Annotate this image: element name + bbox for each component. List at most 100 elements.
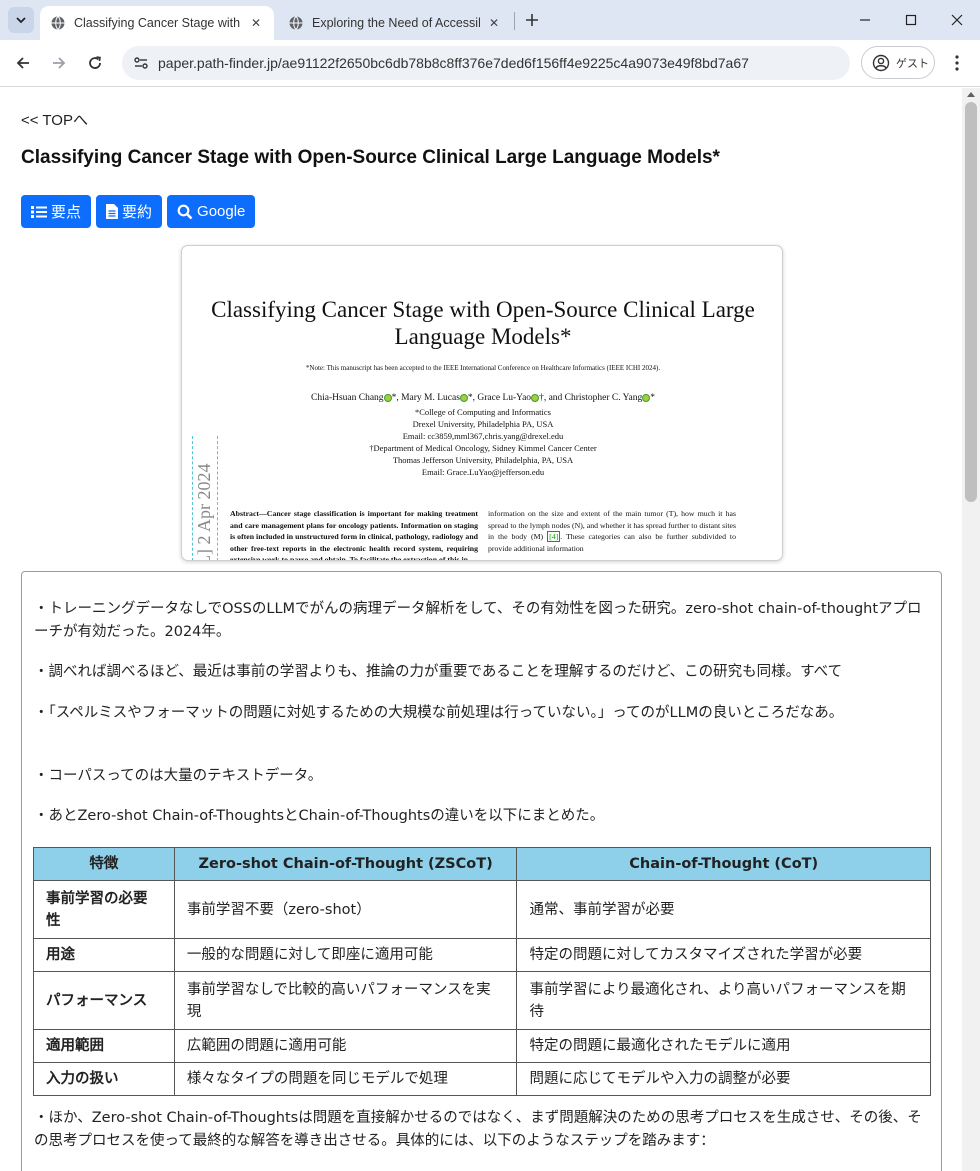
affiliation-line: †Department of Medical Oncology, Sidney … <box>369 443 597 453</box>
abstract-right-column: information on the size and extent of th… <box>488 508 736 554</box>
arrow-right-icon <box>53 57 66 69</box>
globe-icon <box>51 16 65 30</box>
close-tab-icon[interactable]: ✕ <box>248 15 264 31</box>
table-row: パフォーマンス 事前学習なしで比較的高いパフォーマンスを実現 事前学習により最適… <box>33 971 931 1030</box>
table-cell: 事前学習の必要性 <box>33 880 175 939</box>
maximize-icon <box>905 14 917 26</box>
action-buttons: 要点 要約 Google <box>21 195 256 228</box>
author-name: and Christopher C. Yang <box>548 393 643 403</box>
note-paragraph: ・「スペルミスやフォーマットの問題に対処するための大規模な前処理は行っていない。… <box>34 705 844 721</box>
table-cell: 事前学習不要（zero-shot） <box>173 880 518 939</box>
url-text: paper.path-finder.jp/ae91122f2650bc6db78… <box>158 55 749 71</box>
close-tab-icon[interactable]: ✕ <box>486 15 502 31</box>
plus-icon <box>526 14 538 26</box>
table-cell: 適用範囲 <box>33 1029 175 1063</box>
note-paragraph: ・ほか、Zero-shot Chain-of-Thoughtsは問題を直接解かせ… <box>34 1110 922 1149</box>
key-points-button[interactable]: 要点 <box>21 195 92 228</box>
affiliation-line: *College of Computing and Informatics <box>415 407 551 417</box>
more-vert-icon <box>955 55 959 71</box>
arrow-left-icon <box>16 57 29 69</box>
comparison-table: 特徴 Zero-shot Chain-of-Thought (ZSCoT) Ch… <box>33 847 931 1096</box>
new-tab-button[interactable] <box>520 8 544 32</box>
reload-icon <box>89 56 101 69</box>
table-header: Chain-of-Thought (CoT) <box>516 847 931 881</box>
table-header: Zero-shot Chain-of-Thought (ZSCoT) <box>173 847 518 881</box>
tab-accessibility-education[interactable]: Exploring the Need of Accessibility Educ… <box>278 6 512 40</box>
table-cell: 一般的な問題に対して即座に適用可能 <box>173 938 518 972</box>
paper-preview-image[interactable]: Classifying Cancer Stage with Open-Sourc… <box>181 245 783 561</box>
site-settings-icon[interactable] <box>130 52 152 74</box>
abstract-left-column: Abstract—Cancer stage classification is … <box>230 509 478 561</box>
maximize-button[interactable] <box>888 0 934 40</box>
tab-search-button[interactable] <box>8 7 34 33</box>
author-name: Chia-Hsuan Chang <box>311 393 384 403</box>
browser-toolbar: paper.path-finder.jp/ae91122f2650bc6db78… <box>0 40 980 87</box>
orcid-icon <box>459 393 468 402</box>
table-cell: 問題に応じてモデルや入力の調整が必要 <box>516 1062 931 1096</box>
profile-label: ゲスト <box>896 56 929 70</box>
google-button[interactable]: Google <box>167 195 256 228</box>
table-cell: 事前学習により最適化され、より高いパフォーマンスを期待 <box>516 971 931 1030</box>
table-cell: 様々なタイプの問題を同じモデルで処理 <box>173 1062 518 1096</box>
scrollbar-thumb[interactable] <box>965 102 977 502</box>
paper-note: *Note: This manuscript has been accepted… <box>305 364 661 372</box>
forward-button[interactable] <box>46 50 72 76</box>
paper-affiliations: *College of Computing and Informatics Dr… <box>182 406 782 478</box>
tab-title: Exploring the Need of Accessibility Educ… <box>312 16 480 30</box>
affiliation-line: Email: cc3859,mml367,chris.yang@drexel.e… <box>402 431 564 441</box>
list-icon <box>31 205 47 218</box>
vertical-scrollbar[interactable] <box>962 88 980 1171</box>
address-bar[interactable]: paper.path-finder.jp/ae91122f2650bc6db78… <box>122 46 850 80</box>
orcid-icon <box>383 393 392 402</box>
table-cell: 用途 <box>33 938 175 972</box>
google-label: Google <box>197 203 246 220</box>
summary-label: 要約 <box>122 204 153 221</box>
affiliation-line: Email: Grace.LuYao@jefferson.edu <box>421 467 545 477</box>
file-icon <box>106 204 119 219</box>
page-title: Classifying Cancer Stage with Open-Sourc… <box>21 147 720 168</box>
arxiv-stamp: L] 2 Apr 2024 <box>194 463 214 561</box>
table-header: 特徴 <box>33 847 175 881</box>
note-paragraph: ・トレーニングデータなしでOSSのLLMでがんの病理データ解析をして、その有効性… <box>34 601 922 640</box>
table-cell: 特定の問題に対してカスタマイズされた学習が必要 <box>516 938 931 972</box>
table-row: 事前学習の必要性 事前学習不要（zero-shot） 通常、事前学習が必要 <box>33 880 931 939</box>
table-header-row: 特徴 Zero-shot Chain-of-Thought (ZSCoT) Ch… <box>33 847 931 881</box>
notes-panel: ・トレーニングデータなしでOSSのLLMでがんの病理データ解析をして、その有効性… <box>21 571 942 1171</box>
orcid-icon <box>531 393 540 402</box>
back-button[interactable] <box>10 50 36 76</box>
globe-icon <box>289 16 303 30</box>
browser-menu-button[interactable] <box>946 51 968 75</box>
key-points-label: 要点 <box>51 204 82 221</box>
top-link[interactable]: << TOPへ <box>21 109 88 130</box>
note-paragraph: ・あとZero-shot Chain-of-ThoughtsとChain-of-… <box>34 808 605 824</box>
note-paragraph: ・コーパスってのは大量のテキストデータ。 <box>34 768 323 784</box>
profile-button[interactable]: ゲスト <box>861 46 935 79</box>
table-row: 適用範囲 広範囲の問題に適用可能 特定の問題に最適化されたモデルに適用 <box>33 1029 931 1063</box>
paper-authors: Chia-Hsuan Chang *, Mary M. Lucas *, Grace… <box>311 393 655 403</box>
minimize-button[interactable] <box>842 0 888 40</box>
tab-divider <box>514 12 515 30</box>
close-window-button[interactable] <box>934 0 980 40</box>
chevron-down-icon <box>16 17 26 24</box>
paper-title: Classifying Cancer Stage with Open-Sourc… <box>211 297 755 349</box>
table-cell: 広範囲の問題に適用可能 <box>173 1029 518 1063</box>
close-icon <box>951 14 963 26</box>
page-viewport: << TOPへ Classifying Cancer Stage with Op… <box>0 88 962 1171</box>
search-icon <box>177 204 193 219</box>
tab-title: Classifying Cancer Stage with Open-Sourc… <box>74 16 242 30</box>
summary-button[interactable]: 要約 <box>96 195 163 228</box>
note-paragraph: ・調べれば調べるほど、最近は事前の学習よりも、推論の力が重要であることを理解する… <box>34 664 843 680</box>
table-row: 用途 一般的な問題に対して即座に適用可能 特定の問題に対してカスタマイズされた学… <box>33 938 931 972</box>
author-name: Mary M. Lucas <box>401 393 460 403</box>
minimize-icon <box>860 19 870 21</box>
tab-classifying-cancer-stage[interactable]: Classifying Cancer Stage with Open-Sourc… <box>40 6 274 40</box>
reload-button[interactable] <box>82 50 108 76</box>
author-name: Grace Lu-Yao <box>477 393 532 403</box>
table-cell: パフォーマンス <box>33 971 175 1030</box>
table-cell: 通常、事前学習が必要 <box>516 880 931 939</box>
citation-link: [4] <box>547 531 561 542</box>
account-icon <box>872 54 890 71</box>
affiliation-line: Thomas Jefferson University, Philadelphi… <box>392 455 574 465</box>
scroll-up-arrow[interactable] <box>967 92 975 97</box>
affiliation-line: Drexel University, Philadelphia PA, USA <box>412 419 554 429</box>
